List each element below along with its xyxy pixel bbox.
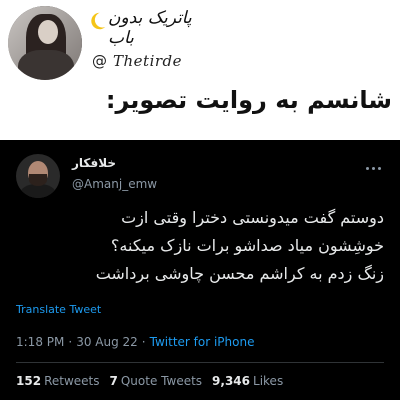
tweet-text: دوستم گفت میدونستی دخترا وقتی ازت خوشِشو… [14,204,384,288]
at-symbol: @ [92,52,107,70]
meta-separator: · [68,335,73,349]
quotes-count: 7 [109,374,118,388]
author-name[interactable]: خلافکار [72,156,116,170]
likes-label: Likes [253,374,284,388]
tweet-text-line: زنگ زدم به کراشم محسن چاوشی برداشت [95,264,384,283]
quotes-label: Quote Tweets [120,374,203,388]
author-avatar[interactable] [16,154,60,198]
likes-stat[interactable]: 9,346 Likes [212,374,283,388]
tweet-card: خلافکار @Amanj_emw دوستم گفت میدونستی دخ… [0,140,400,400]
tweet-meta: 1:18 PM · 30 Aug 22 · Twitter for iPhone [16,335,254,349]
profile-handle-row: @ Thetirde [92,52,182,70]
post-title: شانسم به روایت تصویر: [105,86,392,114]
retweets-stat[interactable]: 152 Retweets [16,374,100,388]
post-header: پاتریک بدون باب @ Thetirde شانسم به روای… [0,0,400,114]
tweet-stats: 152 Retweets 7 Quote Tweets 9,346 Likes [16,374,283,388]
translate-tweet-link[interactable]: Translate Tweet [16,303,101,316]
crescent-moon-icon [91,12,106,30]
tweet-source-link[interactable]: Twitter for iPhone [150,335,255,349]
profile-name: پاتریک بدون باب [108,8,192,48]
meta-separator: · [141,335,146,349]
tweet-text-line: دوستم گفت میدونستی دخترا وقتی ازت [121,208,384,227]
tweet-author-row: خلافکار @Amanj_emw [16,154,386,206]
quote-tweets-stat[interactable]: 7 Quote Tweets [110,374,203,388]
tweet-date: 30 Aug 22 [76,335,138,349]
profile-avatar[interactable] [8,6,82,80]
likes-count: 9,346 [212,374,251,388]
tweet-time: 1:18 PM [16,335,65,349]
profile-handle: Thetirde [113,52,183,70]
author-handle[interactable]: @Amanj_emw [72,177,157,191]
tweet-text-line: خوشِشون میاد صداشو برات نازک میکنه؟ [110,236,384,255]
retweets-label: Retweets [44,374,100,388]
more-options-icon[interactable] [366,164,386,172]
divider [16,362,384,363]
retweets-count: 152 [16,374,42,388]
